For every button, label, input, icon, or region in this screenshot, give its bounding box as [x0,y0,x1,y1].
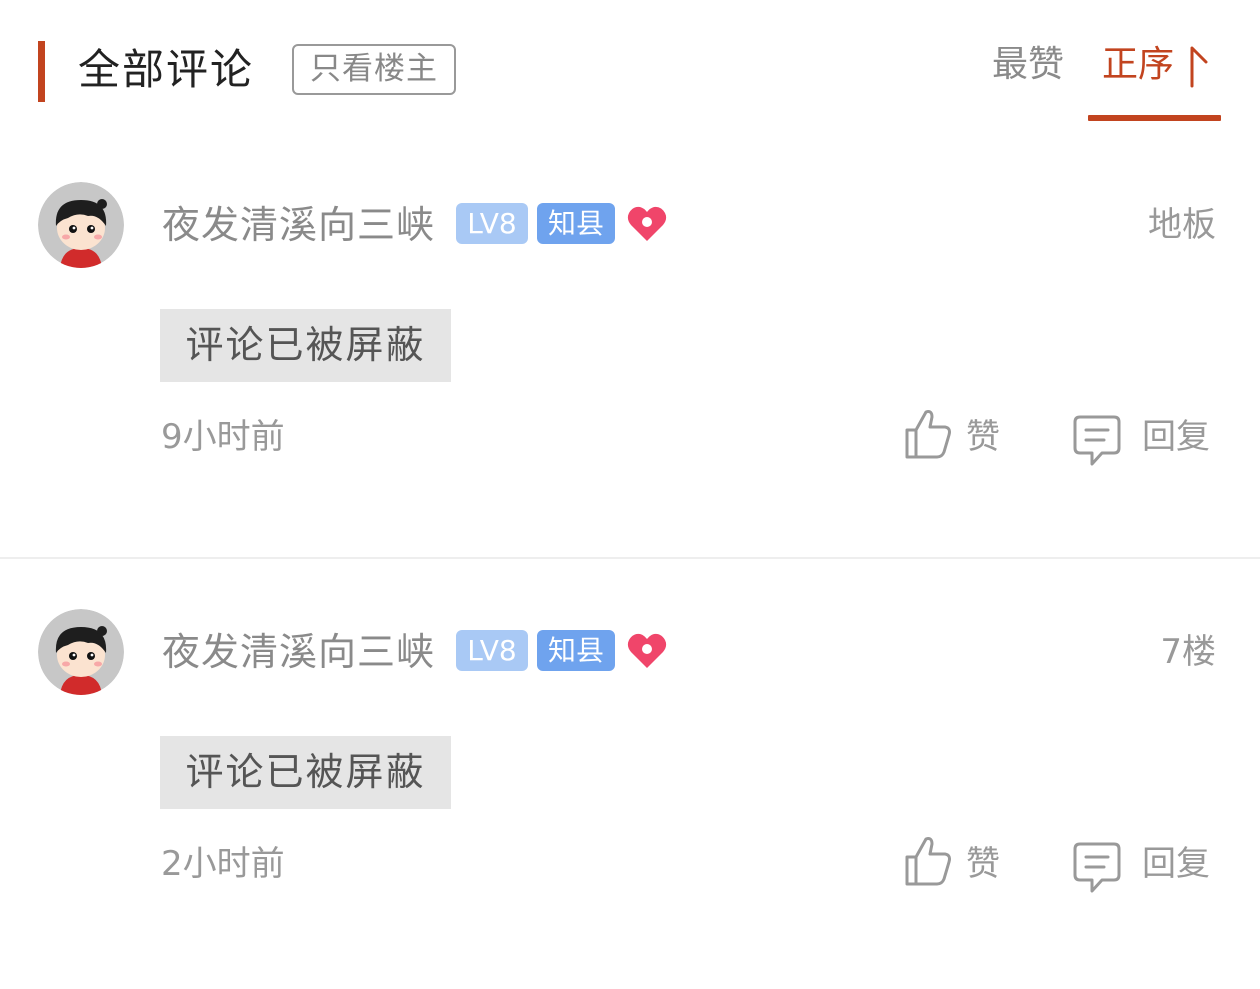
floor-label: 地板 [1148,205,1216,245]
like-button[interactable]: 赞 [966,839,1000,889]
username[interactable]: 夜发清溪向三峡 [162,200,435,250]
reply-button[interactable]: 回复 [1142,412,1210,462]
comment-bubble-icon[interactable] [1072,414,1122,468]
username[interactable]: 夜发清溪向三峡 [162,627,435,677]
comment-time: 2小时前 [161,844,285,884]
like-button[interactable]: 赞 [966,412,1000,462]
level-badge: LV8 [456,630,528,671]
tab-most-liked[interactable]: 最赞 [992,40,1064,90]
thumbs-up-icon[interactable] [904,408,952,460]
heart-icon [627,206,667,241]
sort-up-arrow-icon[interactable] [1186,44,1210,88]
heart-icon [627,633,667,668]
thumbs-up-icon[interactable] [904,835,952,887]
comment-time: 9小时前 [161,417,285,457]
op-only-button[interactable]: 只看楼主 [292,44,456,95]
title-badge: 知县 [537,630,615,671]
page-title: 全部评论 [78,45,255,94]
blocked-content: 评论已被屏蔽 [160,309,451,382]
comments-header: 全部评论 只看楼主 最赞 正序 [0,0,1260,130]
reply-button[interactable]: 回复 [1142,839,1210,889]
comment-item: 夜发清溪向三峡 LV8 知县 7楼 评论已被屏蔽 2小时前 赞 回复 [0,609,1260,989]
comment-item: 夜发清溪向三峡 LV8 知县 地板 评论已被屏蔽 9小时前 赞 回复 [0,182,1260,562]
title-badge: 知县 [537,203,615,244]
tab-chronological[interactable]: 正序 [1102,40,1174,90]
level-badge: LV8 [456,203,528,244]
comment-divider [0,557,1260,559]
active-tab-indicator [1088,115,1221,121]
blocked-content: 评论已被屏蔽 [160,736,451,809]
floor-label: 7楼 [1160,632,1216,672]
avatar[interactable] [38,182,124,268]
header-accent-bar [38,41,45,102]
comment-bubble-icon[interactable] [1072,841,1122,895]
avatar[interactable] [38,609,124,695]
